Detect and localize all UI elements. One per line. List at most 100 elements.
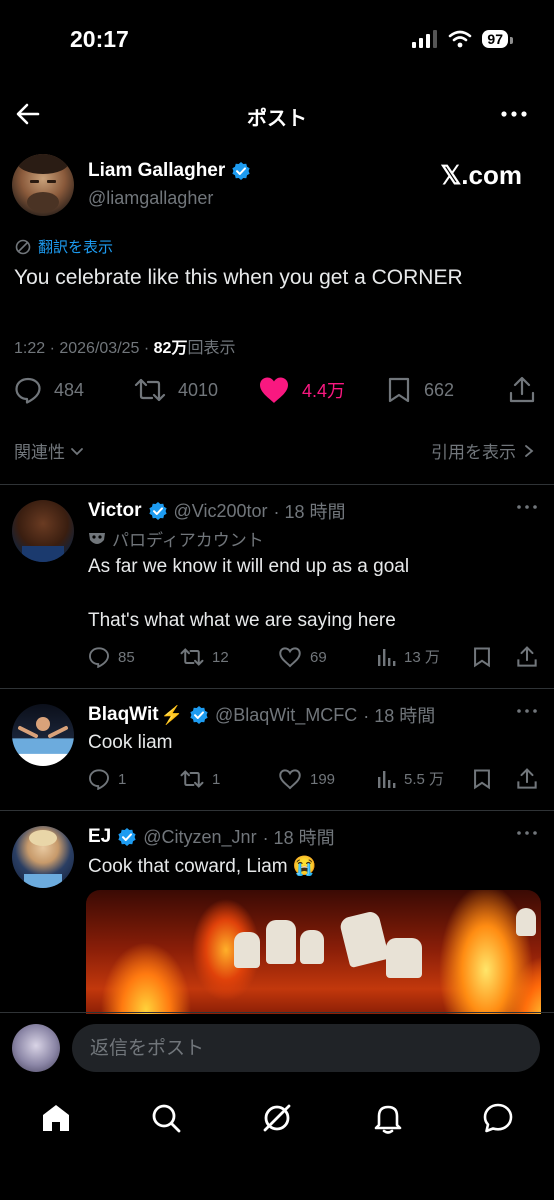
- more-icon[interactable]: [516, 704, 538, 718]
- reply-action[interactable]: 1: [88, 768, 126, 790]
- author-handle[interactable]: @liamgallagher: [88, 188, 213, 209]
- chef-figure: [234, 932, 260, 968]
- chevron-right-icon: [525, 444, 534, 457]
- reply-text: As far we know it will end up as a goal: [88, 556, 410, 577]
- reply-header: BlaqWit ⚡ @BlaqWit_MCFC · 18 時間: [88, 702, 435, 728]
- reply-author-name[interactable]: Victor: [88, 500, 142, 522]
- views-action[interactable]: 13 万: [376, 646, 440, 667]
- parody-mask-icon: [89, 532, 105, 544]
- reply-item[interactable]: BlaqWit ⚡ @BlaqWit_MCFC · 18 時間 Cook lia…: [0, 702, 554, 810]
- translate-label[interactable]: 翻訳を表示: [38, 236, 113, 257]
- post-timestamp: 1:22 · 2026/03/25 ·: [14, 340, 154, 357]
- like-icon: [279, 647, 301, 668]
- notifications-icon: [374, 1105, 402, 1134]
- reply-author-name[interactable]: BlaqWit: [88, 704, 159, 726]
- translate-link[interactable]: 翻訳を表示: [14, 236, 113, 257]
- reply-icon: [15, 377, 41, 404]
- reply-composer: [0, 1012, 554, 1082]
- sort-dropdown[interactable]: 関連性: [14, 438, 85, 463]
- reply-count: 1: [118, 770, 127, 788]
- reply-avatar[interactable]: [12, 826, 74, 888]
- view-quotes-link[interactable]: 引用を表示: [431, 438, 536, 463]
- bookmark-icon[interactable]: [472, 768, 492, 790]
- chef-figure: [266, 920, 296, 964]
- status-bar: 20:17 97: [0, 0, 554, 84]
- sort-label[interactable]: 関連性: [14, 438, 65, 463]
- like-icon: [279, 769, 301, 790]
- repost-count: 4010: [178, 379, 219, 400]
- home-icon: [43, 1105, 69, 1131]
- share-action[interactable]: [508, 376, 536, 404]
- chef-figure: [338, 909, 390, 969]
- reply-item[interactable]: EJ @Cityzen_Jnr · 18 時間 Cook that coward…: [0, 824, 554, 1014]
- reply-count: 85: [118, 648, 135, 666]
- like-action[interactable]: 199: [278, 768, 335, 790]
- reply-author-handle[interactable]: @BlaqWit_MCFC: [215, 705, 357, 726]
- views-icon: [378, 770, 396, 788]
- parody-text: パロディアカウント: [112, 531, 264, 551]
- reply-action[interactable]: 85: [88, 646, 135, 668]
- divider: [0, 688, 554, 689]
- reply-action[interactable]: 484: [14, 376, 84, 404]
- share-icon[interactable]: [516, 768, 538, 790]
- reply-input[interactable]: [72, 1024, 540, 1072]
- bookmark-count: 662: [424, 379, 455, 400]
- more-icon[interactable]: [498, 100, 530, 128]
- reply-author-handle[interactable]: @Cityzen_Jnr: [143, 827, 256, 848]
- tab-messages[interactable]: [478, 1098, 518, 1138]
- bookmark-action[interactable]: 662: [386, 376, 454, 404]
- repost-action[interactable]: 1: [180, 768, 220, 790]
- share-icon[interactable]: [516, 646, 538, 668]
- tab-grok[interactable]: [257, 1098, 297, 1138]
- reply-header: Victor @Vic200tor · 18 時間: [88, 498, 346, 524]
- more-icon[interactable]: [516, 500, 538, 514]
- wifi-icon: [449, 30, 472, 48]
- page-title: ポスト: [247, 108, 307, 130]
- repost-icon: [134, 378, 166, 402]
- like-action[interactable]: 4.4万: [258, 376, 345, 404]
- like-icon: [260, 377, 288, 403]
- repost-icon: [180, 648, 204, 666]
- tab-home[interactable]: [36, 1098, 76, 1138]
- messages-icon: [483, 1103, 513, 1133]
- parody-label: パロディアカウント: [88, 526, 264, 551]
- author-name[interactable]: Liam Gallagher: [88, 160, 225, 182]
- repost-count: 12: [212, 648, 229, 666]
- reply-text: Cook that coward, Liam 😭: [88, 856, 317, 877]
- post-meta: 1:22 · 2026/03/25 · 82万回表示: [14, 334, 235, 358]
- reply-avatar[interactable]: [12, 704, 74, 766]
- tab-notifications[interactable]: [368, 1098, 408, 1138]
- repost-icon: [180, 770, 204, 788]
- tab-search[interactable]: [146, 1098, 186, 1138]
- reply-actions: 85 12 69 13 万: [0, 646, 554, 670]
- views-action[interactable]: 5.5 万: [376, 768, 444, 789]
- repost-action[interactable]: 4010: [134, 376, 218, 404]
- cellular-signal-icon: [412, 30, 438, 48]
- verified-badge-icon: [148, 502, 167, 520]
- author-avatar[interactable]: [12, 154, 74, 216]
- reply-media-image[interactable]: [86, 890, 541, 1014]
- reply-time: · 18 時間: [363, 706, 436, 726]
- views-icon: [378, 648, 396, 666]
- view-quotes-label[interactable]: 引用を表示: [431, 438, 516, 463]
- more-icon[interactable]: [516, 826, 538, 840]
- bookmark-icon: [388, 377, 410, 403]
- like-count: 4.4万: [302, 381, 346, 401]
- chef-figure: [516, 908, 536, 936]
- bookmark-icon[interactable]: [472, 646, 492, 668]
- search-icon: [152, 1104, 181, 1133]
- reply-time: · 18 時間: [273, 502, 346, 522]
- reply-author-handle[interactable]: @Vic200tor: [174, 501, 268, 522]
- divider: [0, 810, 554, 811]
- like-action[interactable]: 69: [278, 646, 327, 668]
- view-count: 82万: [153, 340, 188, 357]
- top-navigation: ポスト: [0, 92, 554, 136]
- reply-item[interactable]: Victor @Vic200tor · 18 時間 パロディアカウント As f…: [0, 498, 554, 688]
- user-avatar[interactable]: [12, 1024, 60, 1072]
- view-count-label: 回表示: [187, 340, 236, 357]
- reply-avatar[interactable]: [12, 500, 74, 562]
- reply-author-name[interactable]: EJ: [88, 826, 111, 848]
- bottom-tab-bar: [0, 1088, 554, 1148]
- author-name-row[interactable]: Liam Gallagher: [88, 160, 251, 182]
- repost-action[interactable]: 12: [180, 646, 229, 668]
